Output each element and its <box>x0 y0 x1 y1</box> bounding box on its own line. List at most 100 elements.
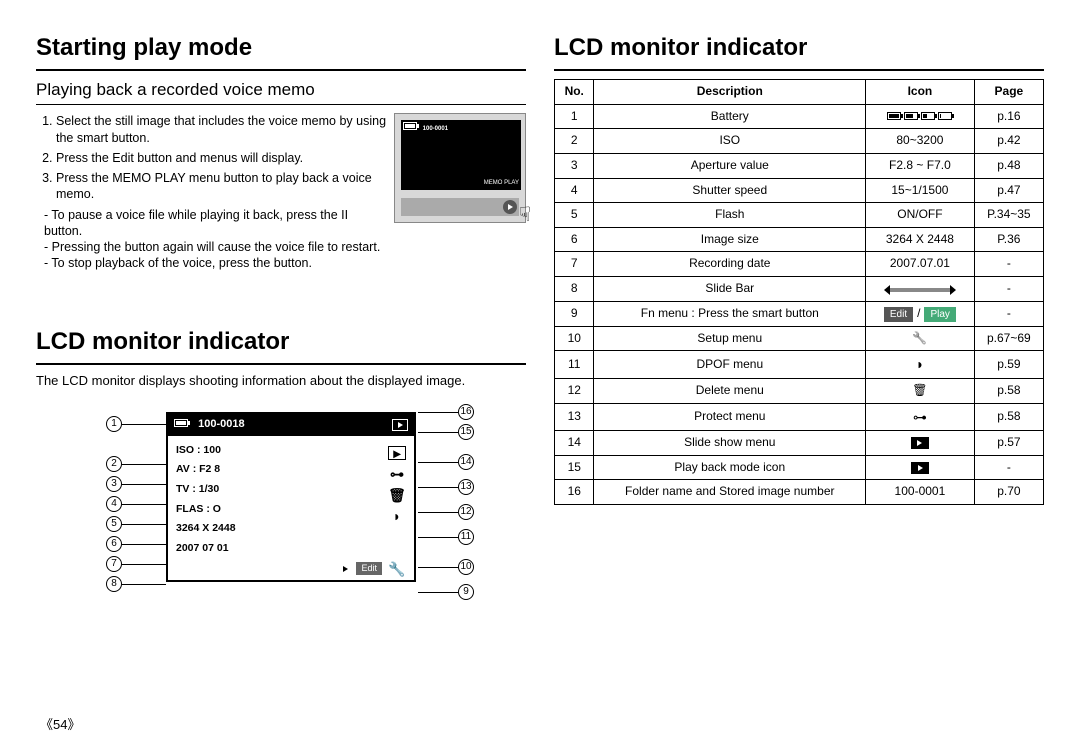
th-no: No. <box>555 80 594 105</box>
battery-icon <box>174 419 188 427</box>
cell-desc: Protect menu <box>594 403 866 431</box>
slideshow-icon <box>911 437 929 449</box>
lcd-iso: ISO : 100 <box>176 444 236 458</box>
cell-page: p.58 <box>974 379 1043 404</box>
cell-desc: Delete menu <box>594 379 866 404</box>
right-column: LCD monitor indicator No. Description Ic… <box>554 32 1044 624</box>
table-row: 8Slide Bar- <box>555 276 1044 301</box>
lcd-flash: FLAS : O <box>176 503 236 517</box>
callout-14: 14 <box>458 454 474 470</box>
heading-starting-play-mode: Starting play mode <box>36 32 526 63</box>
battery-levels-icon <box>887 112 952 120</box>
cell-icon: 80~3200 <box>866 129 975 154</box>
cell-no: 16 <box>555 480 594 505</box>
voice-memo-block: 100-0001 MEMO PLAY ☟ Select the still im… <box>36 113 526 271</box>
cell-desc: Folder name and Stored image number <box>594 480 866 505</box>
callout-10: 10 <box>458 559 474 575</box>
callout-1: 1 <box>106 416 122 432</box>
cell-page: p.47 <box>974 178 1043 203</box>
cell-page: p.16 <box>974 104 1043 129</box>
cell-icon <box>866 431 975 456</box>
callout-5: 5 <box>106 516 122 532</box>
rule <box>36 69 526 71</box>
lcd-intro-text: The LCD monitor displays shooting inform… <box>36 373 526 390</box>
callout-12: 12 <box>458 504 474 520</box>
lcd-left-info: ISO : 100 AV : F2 8 TV : 1/30 FLAS : O 3… <box>176 444 236 562</box>
edit-play-badges: Edit / Play <box>884 306 956 322</box>
callout-2: 2 <box>106 456 122 472</box>
indicator-table: No. Description Icon Page 1Batteryp.162I… <box>554 79 1044 505</box>
left-column: Starting play mode Playing back a record… <box>36 32 526 624</box>
th-icon: Icon <box>866 80 975 105</box>
cell-desc: Battery <box>594 104 866 129</box>
protect-key-icon: ⊶ <box>388 467 406 481</box>
callout-4: 4 <box>106 496 122 512</box>
cell-no: 8 <box>555 276 594 301</box>
cell-icon <box>866 326 975 351</box>
ss1-folder-label: 100-0001 <box>423 126 448 132</box>
cell-icon: F2.8 ~ F7.0 <box>866 153 975 178</box>
slideshow-icon: ▸ <box>388 446 406 460</box>
callout-6: 6 <box>106 536 122 552</box>
cell-page: p.42 <box>974 129 1043 154</box>
lcd-screen: 100-0018 ISO : 100 AV : F2 8 TV : 1/30 F… <box>166 412 416 582</box>
cell-icon <box>866 379 975 404</box>
cell-page: p.48 <box>974 153 1043 178</box>
cell-no: 10 <box>555 326 594 351</box>
table-row: 7Recording date2007.07.01- <box>555 252 1044 277</box>
cell-icon <box>866 403 975 431</box>
cell-desc: ISO <box>594 129 866 154</box>
callout-11: 11 <box>458 529 474 545</box>
cell-page: p.59 <box>974 351 1043 379</box>
heading-lcd-indicator-right: LCD monitor indicator <box>554 32 1044 63</box>
cell-icon: 100-0001 <box>866 480 975 505</box>
memo-play-label: MEMO PLAY <box>484 180 519 188</box>
th-desc: Description <box>594 80 866 105</box>
table-row: 13Protect menup.58 <box>555 403 1044 431</box>
table-row: 5FlashON/OFFP.34~35 <box>555 203 1044 228</box>
cell-no: 12 <box>555 379 594 404</box>
edit-arrow-icon <box>343 566 348 572</box>
table-row: 10Setup menup.67~69 <box>555 326 1044 351</box>
cell-desc: Fn menu : Press the smart button <box>594 301 866 326</box>
callout-8: 8 <box>106 576 122 592</box>
key-icon <box>913 411 927 425</box>
cell-icon: 15~1/1500 <box>866 178 975 203</box>
cell-page: - <box>974 301 1043 326</box>
table-row: 14Slide show menu p.57 <box>555 431 1044 456</box>
cell-icon: 2007.07.01 <box>866 252 975 277</box>
cell-no: 1 <box>555 104 594 129</box>
cell-desc: DPOF menu <box>594 351 866 379</box>
cell-page: p.57 <box>974 431 1043 456</box>
cell-no: 13 <box>555 403 594 431</box>
cell-icon <box>866 351 975 379</box>
page-number: 《54》 <box>40 717 80 734</box>
table-row: 11DPOF menup.59 <box>555 351 1044 379</box>
lcd-size: 3264 X 2448 <box>176 522 236 536</box>
cell-page: p.67~69 <box>974 326 1043 351</box>
table-row: 3Aperture valueF2.8 ~ F7.0p.48 <box>555 153 1044 178</box>
cell-no: 2 <box>555 129 594 154</box>
callout-3: 3 <box>106 476 122 492</box>
rule <box>36 363 526 365</box>
callout-15: 15 <box>458 424 474 440</box>
dpof-icon: ◗ <box>388 509 406 523</box>
cell-desc: Slide show menu <box>594 431 866 456</box>
slidebar-icon <box>890 288 950 292</box>
note-stop: - To stop playback of the voice, press t… <box>44 255 526 271</box>
cell-page: P.36 <box>974 227 1043 252</box>
callout-16: 16 <box>458 404 474 420</box>
cell-no: 5 <box>555 203 594 228</box>
cell-no: 4 <box>555 178 594 203</box>
table-row: 12Delete menu p.58 <box>555 379 1044 404</box>
lcd-av: AV : F2 8 <box>176 463 236 477</box>
table-row: 16Folder name and Stored image number100… <box>555 480 1044 505</box>
table-row: 2ISO80~3200p.42 <box>555 129 1044 154</box>
cell-page: - <box>974 276 1043 301</box>
dpof-icon <box>916 358 924 372</box>
cell-desc: Flash <box>594 203 866 228</box>
cell-no: 14 <box>555 431 594 456</box>
table-row: 6Image size3264 X 2448P.36 <box>555 227 1044 252</box>
cell-no: 3 <box>555 153 594 178</box>
note-restart: - Pressing the button again will cause t… <box>44 239 526 255</box>
